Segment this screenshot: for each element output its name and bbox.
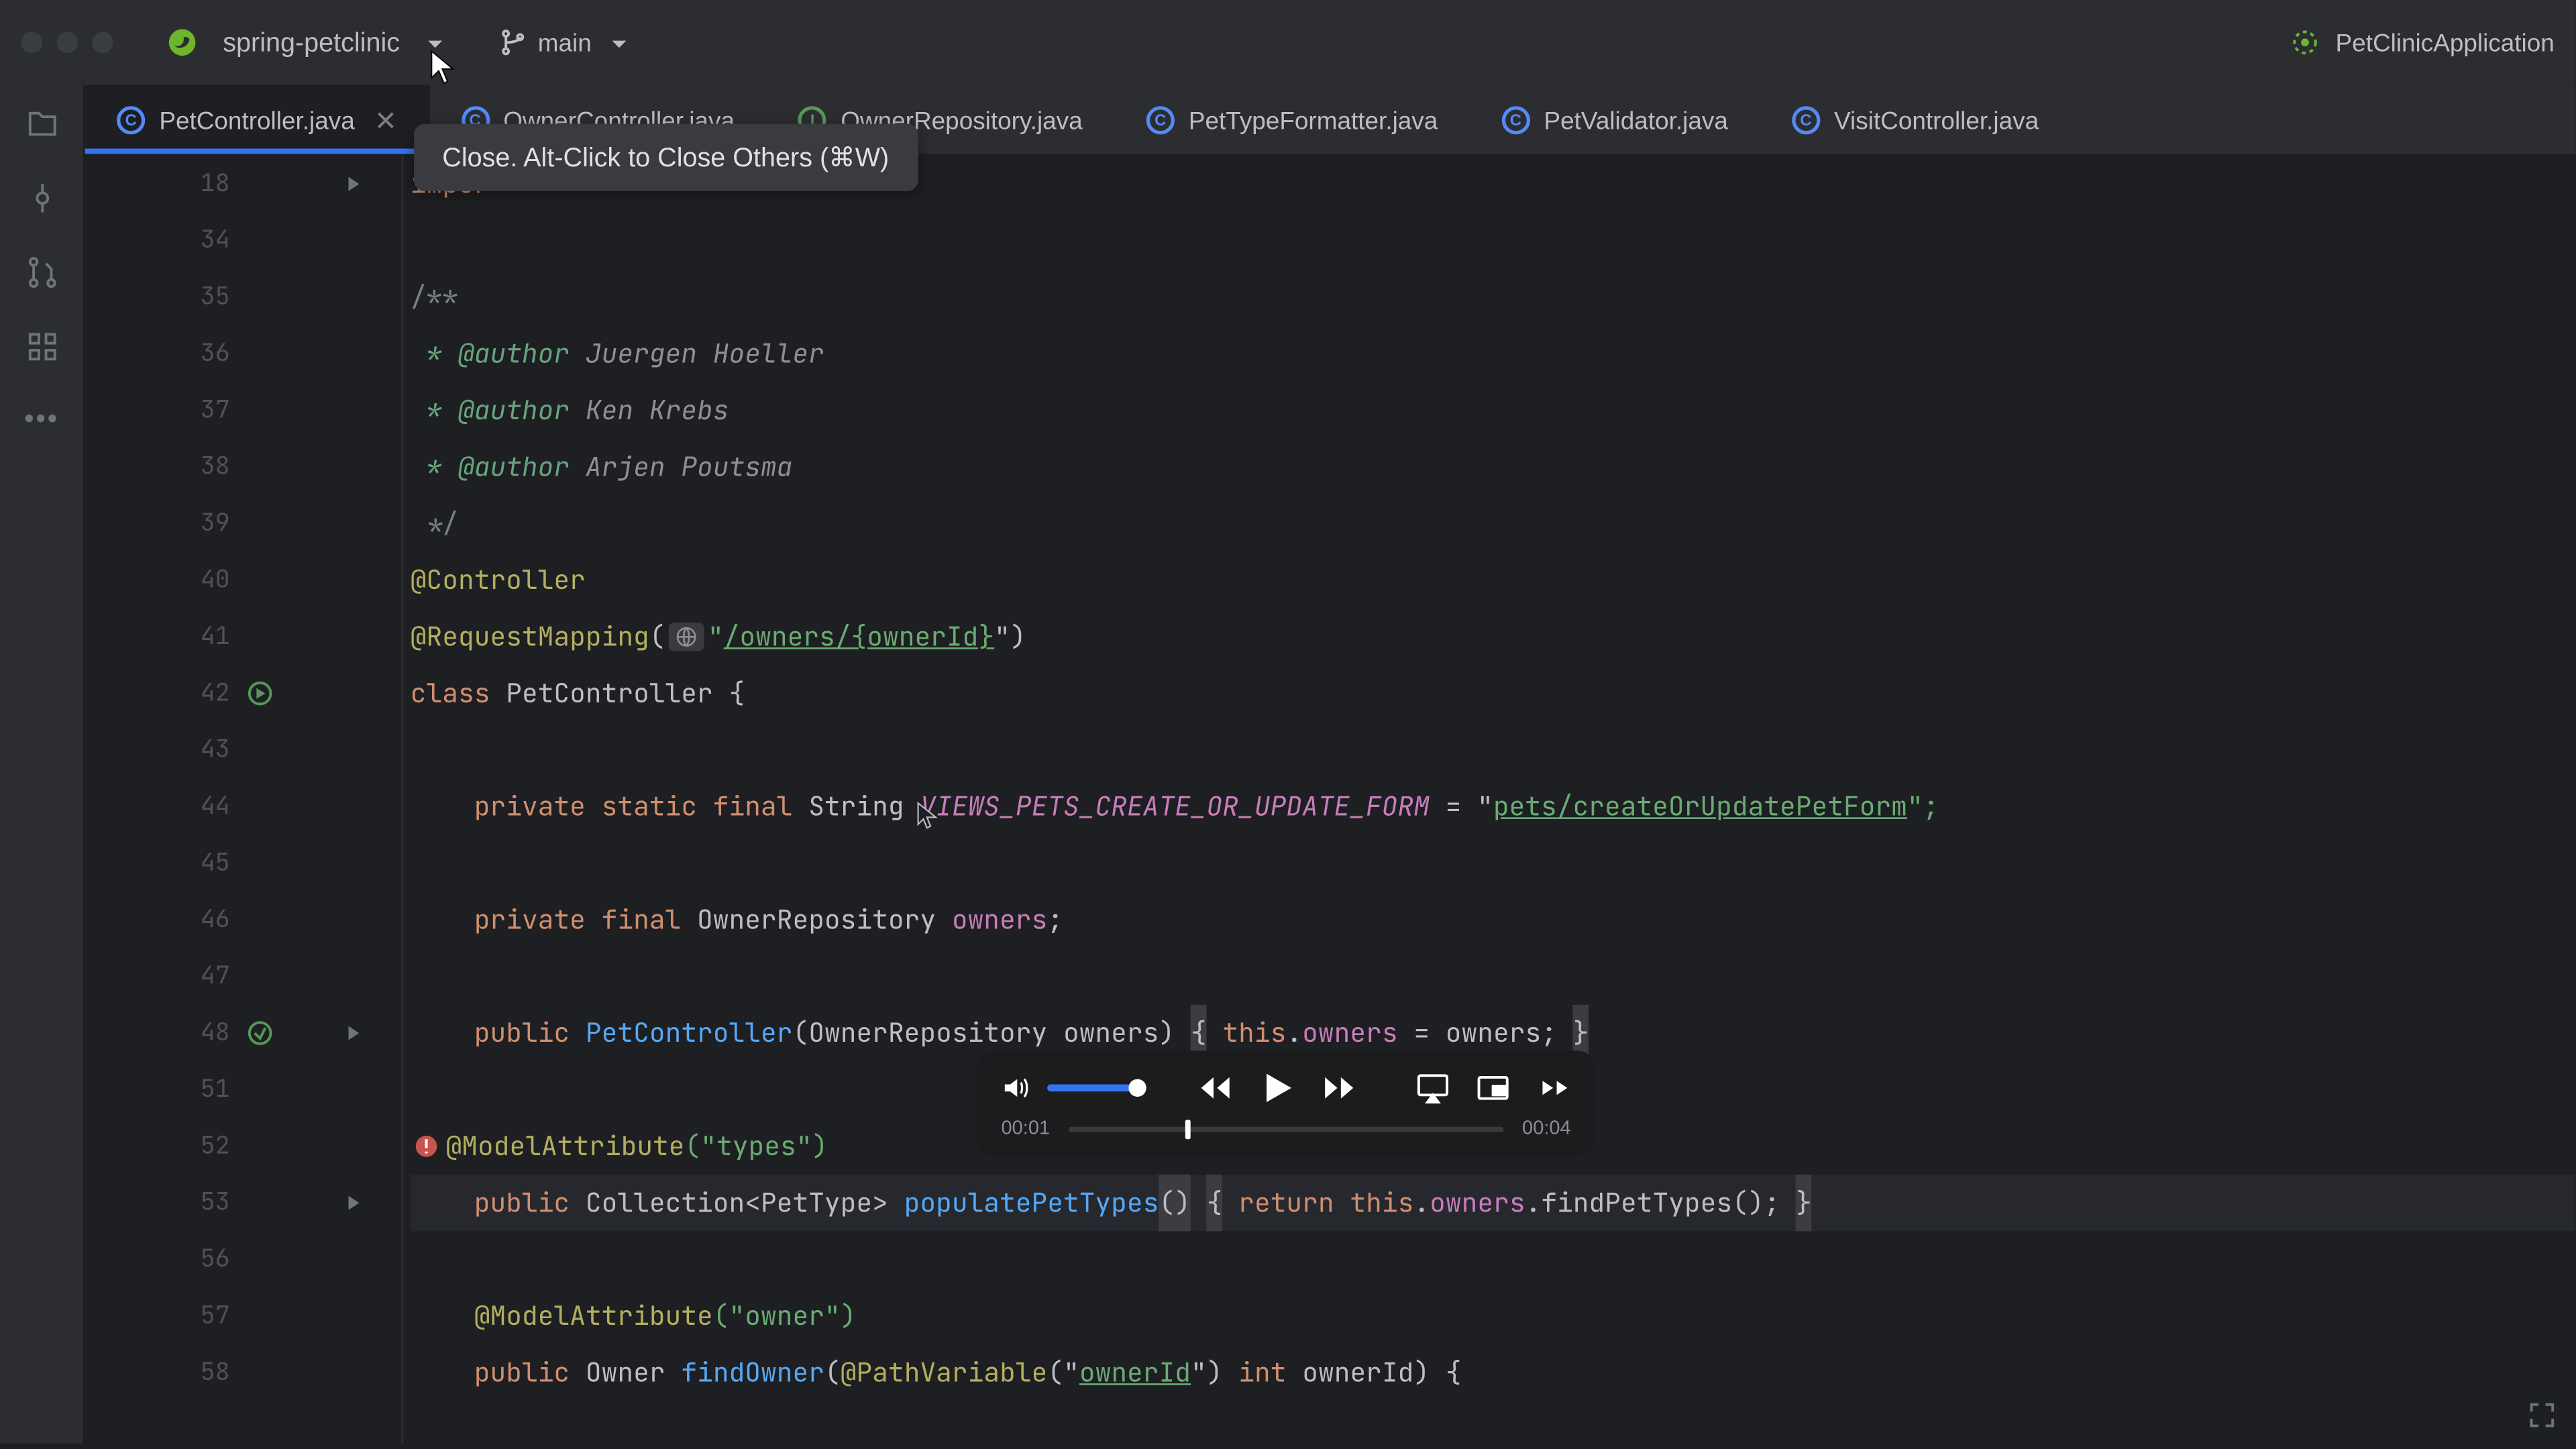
branch-selector[interactable]: main <box>499 28 631 56</box>
line-number: 43 <box>142 722 230 778</box>
line-number: 39 <box>142 495 230 551</box>
play-button[interactable] <box>1258 1069 1297 1108</box>
close-window-button[interactable] <box>21 32 43 53</box>
line-number: 41 <box>142 608 230 665</box>
url-inlay-icon[interactable] <box>669 623 704 651</box>
line-number: 56 <box>142 1231 230 1287</box>
tab-petvalidator[interactable]: C PetValidator.java <box>1470 85 1760 154</box>
video-player-controls: 00:01 00:04 <box>977 1051 1596 1157</box>
fold-icon[interactable] <box>334 1194 373 1212</box>
close-tab-tooltip: Close. Alt-Click to Close Others (⌘W) <box>414 124 917 191</box>
nav-icon[interactable] <box>248 1021 272 1046</box>
line-number: 57 <box>142 1288 230 1344</box>
line-number: 45 <box>142 835 230 892</box>
line-number: 35 <box>142 269 230 325</box>
class-icon: C <box>1146 105 1175 133</box>
spring-run-icon <box>2290 27 2321 58</box>
class-icon: C <box>117 105 145 133</box>
branch-name: main <box>538 28 592 56</box>
run-class-icon[interactable] <box>248 681 272 706</box>
code-area[interactable]: impor /** * @author Juergen Hoeller * @a… <box>403 156 2575 1444</box>
line-number: 42 <box>142 665 230 722</box>
class-icon: C <box>1792 105 1820 133</box>
volume-icon[interactable] <box>1002 1074 1030 1102</box>
run-config-selector[interactable]: PetClinicApplication <box>2290 27 2555 58</box>
line-number: 53 <box>142 1175 230 1231</box>
more-tools-icon[interactable]: ••• <box>24 403 60 439</box>
line-number: 40 <box>142 552 230 608</box>
line-number: 52 <box>142 1118 230 1175</box>
run-config-name: PetClinicApplication <box>2336 28 2555 56</box>
project-name[interactable]: spring-petclinic <box>223 28 400 58</box>
rewind-button[interactable] <box>1197 1070 1233 1106</box>
tab-pettypeformatter[interactable]: C PetTypeFormatter.java <box>1114 85 1470 154</box>
line-number: 48 <box>142 1005 230 1061</box>
maximize-window-button[interactable] <box>92 32 113 53</box>
line-number: 18 <box>142 156 230 212</box>
close-tab-icon[interactable] <box>372 107 397 132</box>
line-number: 44 <box>142 778 230 835</box>
line-number: 38 <box>142 439 230 495</box>
line-number: 51 <box>142 1061 230 1118</box>
chevron-down-icon[interactable] <box>425 32 446 53</box>
project-tool-icon[interactable] <box>24 106 60 142</box>
line-number: 37 <box>142 382 230 439</box>
airplay-button[interactable] <box>1415 1070 1451 1106</box>
fold-icon[interactable] <box>334 175 373 193</box>
pull-requests-icon[interactable] <box>24 255 60 290</box>
class-icon: C <box>1501 105 1529 133</box>
tab-label: PetValidator.java <box>1544 105 1728 133</box>
tab-label: PetController.java <box>159 105 354 133</box>
line-number: 36 <box>142 325 230 382</box>
tab-label: PetTypeFormatter.java <box>1189 105 1438 133</box>
spring-icon <box>166 27 198 58</box>
minimize-window-button[interactable] <box>56 32 78 53</box>
tool-sidebar: ••• <box>0 85 85 1444</box>
commit-tool-icon[interactable] <box>24 180 60 216</box>
forward-button[interactable] <box>1322 1070 1357 1106</box>
tab-label: VisitController.java <box>1834 105 2039 133</box>
video-total-time: 00:04 <box>1522 1118 1571 1140</box>
chevron-down-icon <box>609 32 631 53</box>
line-number: 46 <box>142 892 230 948</box>
titlebar: spring-petclinic main PetClinicApplicati… <box>0 0 2575 85</box>
tab-visitcontroller[interactable]: C VisitController.java <box>1760 85 2070 154</box>
expand-fullscreen-icon[interactable] <box>2526 1394 2558 1426</box>
more-options-button[interactable] <box>1536 1070 1571 1106</box>
volume-slider[interactable] <box>1047 1084 1139 1091</box>
structure-tool-icon[interactable] <box>24 329 60 364</box>
video-progress-slider[interactable] <box>1068 1126 1505 1131</box>
gutter: 18 34 35 36 37 38 39 40 41 42 43 44 45 4… <box>85 156 404 1444</box>
pip-button[interactable] <box>1475 1070 1511 1106</box>
fold-icon[interactable] <box>334 1024 373 1042</box>
code-editor[interactable]: 18 34 35 36 37 38 39 40 41 42 43 44 45 4… <box>85 156 2576 1444</box>
line-number: 47 <box>142 948 230 1004</box>
intention-bulb-icon[interactable] <box>414 1134 439 1159</box>
line-number: 34 <box>142 212 230 268</box>
video-current-time: 00:01 <box>1002 1118 1051 1140</box>
tab-petcontroller[interactable]: C PetController.java <box>85 85 429 154</box>
git-branch-icon <box>499 28 527 56</box>
window-controls <box>21 32 113 53</box>
line-number: 58 <box>142 1344 230 1401</box>
